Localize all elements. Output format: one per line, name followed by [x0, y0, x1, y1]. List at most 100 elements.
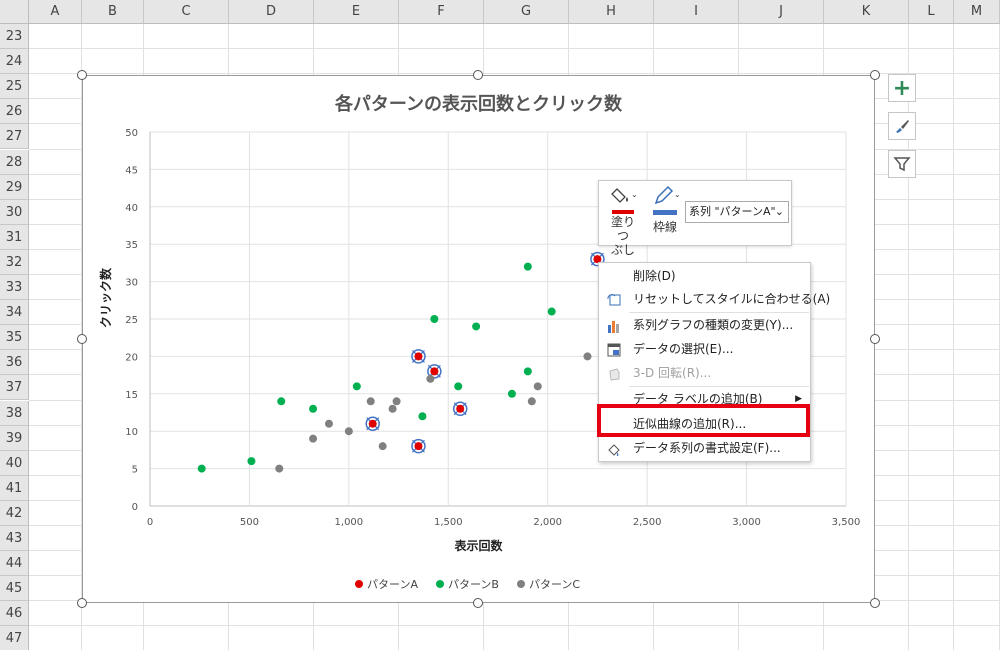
- row-header-23[interactable]: 23: [0, 24, 29, 50]
- column-header-a[interactable]: A: [29, 0, 82, 24]
- resize-handle-right[interactable]: [870, 334, 880, 344]
- data-point-b[interactable]: [523, 262, 532, 271]
- chart-styles-button[interactable]: [888, 112, 916, 140]
- data-point-b[interactable]: [547, 307, 556, 316]
- data-point-b[interactable]: [309, 404, 318, 413]
- row-header-25[interactable]: 25: [0, 74, 29, 100]
- y-tick-label: 10: [125, 427, 138, 438]
- column-header-e[interactable]: E: [314, 0, 399, 24]
- row-header-30[interactable]: 30: [0, 199, 29, 225]
- resize-handle-left[interactable]: [77, 334, 87, 344]
- column-header-m[interactable]: M: [954, 0, 1000, 24]
- gridline-horizontal: [29, 48, 1000, 50]
- data-point-b[interactable]: [454, 382, 463, 391]
- data-point-c[interactable]: [392, 397, 401, 406]
- column-header-d[interactable]: D: [229, 0, 314, 24]
- data-point-b[interactable]: [430, 315, 439, 323]
- data-point-a[interactable]: [368, 419, 377, 428]
- column-header-j[interactable]: J: [739, 0, 824, 24]
- legend-item-a[interactable]: パターンA: [355, 576, 418, 592]
- series-selector[interactable]: 系列 "パターンA" ⌄: [685, 201, 789, 223]
- row-header-39[interactable]: 39: [0, 425, 29, 451]
- data-point-c[interactable]: [378, 442, 387, 451]
- resize-handle-bottom-left[interactable]: [77, 598, 87, 608]
- row-header-34[interactable]: 34: [0, 300, 29, 326]
- data-point-a[interactable]: [414, 442, 423, 451]
- resize-handle-bottom-right[interactable]: [870, 598, 880, 608]
- chart-filters-button[interactable]: [888, 150, 916, 178]
- fill-label-line2: ぶし: [610, 243, 635, 257]
- row-header-40[interactable]: 40: [0, 450, 29, 476]
- data-point-b[interactable]: [352, 382, 361, 391]
- data-point-c[interactable]: [309, 434, 318, 443]
- row-header-41[interactable]: 41: [0, 475, 29, 501]
- resize-handle-bottom[interactable]: [473, 598, 483, 608]
- row-header-31[interactable]: 31: [0, 224, 29, 250]
- data-point-c[interactable]: [583, 352, 592, 361]
- menu-item-label: 3-D 回転(R)...: [633, 366, 712, 380]
- row-header-37[interactable]: 37: [0, 375, 29, 401]
- data-point-b[interactable]: [507, 389, 516, 398]
- legend-item-b[interactable]: パターンB: [435, 576, 499, 592]
- row-header-32[interactable]: 32: [0, 249, 29, 275]
- resize-handle-top-left[interactable]: [77, 70, 87, 80]
- menu-item-reset-style[interactable]: リセットしてスタイルに合わせる(A): [599, 288, 830, 311]
- menu-item-delete[interactable]: 削除(D): [599, 265, 810, 288]
- row-header-43[interactable]: 43: [0, 526, 29, 552]
- column-header-l[interactable]: L: [909, 0, 954, 24]
- row-header-24[interactable]: 24: [0, 49, 29, 75]
- column-header-g[interactable]: G: [484, 0, 569, 24]
- data-point-b[interactable]: [523, 367, 532, 376]
- data-point-a[interactable]: [414, 352, 423, 361]
- row-header-46[interactable]: 46: [0, 601, 29, 627]
- row-header-47[interactable]: 47: [0, 626, 29, 650]
- menu-item-label: 系列グラフの種類の変更(Y)...: [633, 318, 794, 332]
- select-all-corner[interactable]: [0, 0, 29, 24]
- menu-item-select-data[interactable]: データの選択(E)...: [599, 338, 810, 361]
- data-point-b[interactable]: [277, 397, 286, 406]
- x-axis-title[interactable]: 表示回数: [83, 537, 874, 554]
- row-header-36[interactable]: 36: [0, 350, 29, 376]
- row-header-28[interactable]: 28: [0, 149, 29, 175]
- legend-item-c[interactable]: パターンC: [516, 576, 580, 592]
- data-point-c[interactable]: [324, 419, 333, 428]
- data-point-c[interactable]: [426, 374, 435, 383]
- y-axis-title[interactable]: クリック数: [97, 268, 114, 328]
- data-point-c[interactable]: [533, 382, 542, 391]
- data-point-b[interactable]: [472, 322, 481, 331]
- row-header-42[interactable]: 42: [0, 500, 29, 526]
- data-point-c[interactable]: [275, 464, 284, 473]
- row-header-33[interactable]: 33: [0, 275, 29, 301]
- data-point-c[interactable]: [366, 397, 375, 406]
- chart-elements-button[interactable]: +: [888, 74, 916, 102]
- row-header-26[interactable]: 26: [0, 99, 29, 125]
- data-point-b[interactable]: [418, 412, 427, 421]
- column-header-c[interactable]: C: [144, 0, 229, 24]
- menu-item-format-series[interactable]: データ系列の書式設定(F)...: [599, 437, 810, 460]
- data-point-a[interactable]: [456, 404, 465, 413]
- row-header-45[interactable]: 45: [0, 576, 29, 602]
- data-point-c[interactable]: [527, 397, 536, 406]
- data-point-b[interactable]: [247, 457, 256, 466]
- row-header-29[interactable]: 29: [0, 174, 29, 200]
- resize-handle-top-right[interactable]: [870, 70, 880, 80]
- resize-handle-top[interactable]: [473, 70, 483, 80]
- chart-legend[interactable]: パターンA パターンB パターンC: [355, 576, 580, 592]
- column-header-h[interactable]: H: [569, 0, 654, 24]
- column-header-k[interactable]: K: [824, 0, 909, 24]
- data-point-a[interactable]: [430, 367, 439, 376]
- data-point-b[interactable]: [197, 464, 206, 473]
- data-point-c[interactable]: [344, 427, 353, 436]
- column-header-f[interactable]: F: [399, 0, 484, 24]
- data-point-c[interactable]: [388, 404, 397, 413]
- row-header-44[interactable]: 44: [0, 551, 29, 577]
- fill-button[interactable]: ⌄ 塗りつ ぶし: [605, 185, 641, 257]
- row-header-35[interactable]: 35: [0, 325, 29, 351]
- outline-button[interactable]: ⌄ 枠線: [647, 185, 683, 235]
- column-header-b[interactable]: B: [82, 0, 144, 24]
- column-header-i[interactable]: I: [654, 0, 739, 24]
- row-header-27[interactable]: 27: [0, 124, 29, 150]
- menu-item-3d-rotation[interactable]: 3-D 回転(R)...: [599, 362, 810, 385]
- row-header-38[interactable]: 38: [0, 400, 29, 426]
- menu-item-change-chart-type[interactable]: 系列グラフの種類の変更(Y)...: [599, 314, 810, 337]
